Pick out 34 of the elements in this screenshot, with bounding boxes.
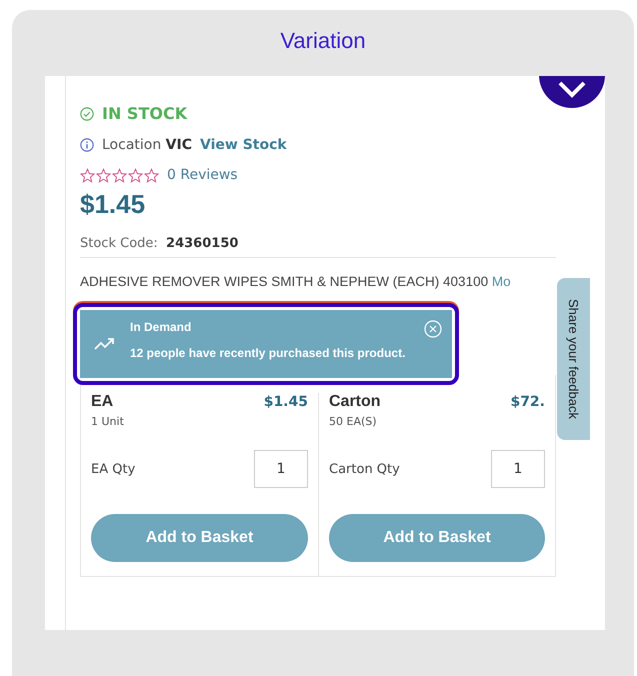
star-icon	[144, 168, 159, 182]
stock-status: IN STOCK	[102, 104, 188, 123]
location-text: Location VIC	[102, 137, 192, 153]
quantity-field[interactable]: 1	[491, 450, 545, 488]
trending-up-icon	[94, 336, 116, 350]
quantity-label: EA Qty	[91, 462, 136, 476]
stock-code: Stock Code: 24360150	[80, 236, 556, 258]
product-description: ADHESIVE REMOVER WIPES SMITH & NEPHEW (EACH) 403100 Mo	[80, 274, 512, 289]
star-icon	[80, 168, 95, 182]
quantity-label: Carton Qty	[329, 462, 400, 476]
card-title: Variation	[279, 27, 367, 55]
more-link[interactable]: Mo	[492, 274, 511, 289]
variant-price: $72.	[510, 394, 545, 410]
quantity-field[interactable]: 1	[254, 450, 308, 488]
product-price: $1.45	[80, 189, 146, 220]
star-icon	[128, 168, 143, 182]
view-stock-link[interactable]: View Stock	[200, 137, 287, 153]
pack-size: 50 EA(S)	[329, 415, 378, 428]
feedback-tab[interactable]: Share your feedback	[557, 278, 590, 440]
star-icon	[96, 168, 111, 182]
close-icon[interactable]	[424, 320, 442, 338]
variant-price: $1.45	[264, 394, 308, 410]
variant-name: Carton	[329, 393, 381, 411]
reviews-link[interactable]: 0 Reviews	[167, 167, 238, 183]
star-icon	[112, 168, 127, 182]
pack-size: 1 Unit	[91, 415, 125, 428]
notification-title: In Demand	[130, 320, 192, 334]
info-icon	[80, 138, 94, 152]
notification-message: 12 people have recently purchased this product.	[130, 346, 406, 360]
chevron-down-icon	[557, 80, 587, 98]
add-to-basket-button[interactable]: Add to Basket	[329, 514, 545, 562]
check-circle-icon	[80, 106, 94, 120]
add-to-basket-button[interactable]: Add to Basket	[91, 514, 308, 562]
variant-name: EA	[91, 393, 114, 411]
